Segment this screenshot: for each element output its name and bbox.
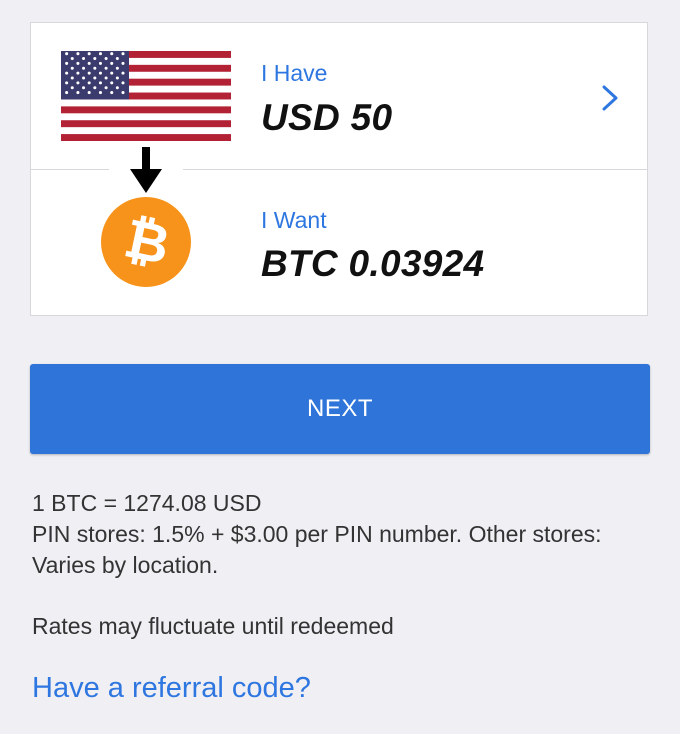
rate-disclaimer: Rates may fluctuate until redeemed (32, 613, 394, 639)
rate-info: 1 BTC = 1274.08 USD PIN stores: 1.5% + $… (32, 488, 632, 581)
next-button[interactable]: NEXT (30, 364, 650, 454)
exchange-rate-text: 1 BTC = 1274.08 USD (32, 490, 262, 516)
fee-text: PIN stores: 1.5% + $3.00 per PIN number.… (32, 521, 602, 578)
want-currency-row: I Want BTC 0.03924 (31, 170, 647, 316)
exchange-card: I Have USD 50 ₿ I Want BTC 0.03924 (30, 22, 648, 316)
referral-code-link[interactable]: Have a referral code? (32, 672, 311, 705)
want-label: I Want (261, 207, 327, 233)
us-flag-icon (61, 51, 231, 141)
have-label: I Have (261, 60, 328, 86)
have-amount: USD 50 (261, 97, 393, 138)
want-amount: BTC 0.03924 (261, 243, 485, 284)
chevron-right-icon[interactable] (601, 85, 619, 111)
